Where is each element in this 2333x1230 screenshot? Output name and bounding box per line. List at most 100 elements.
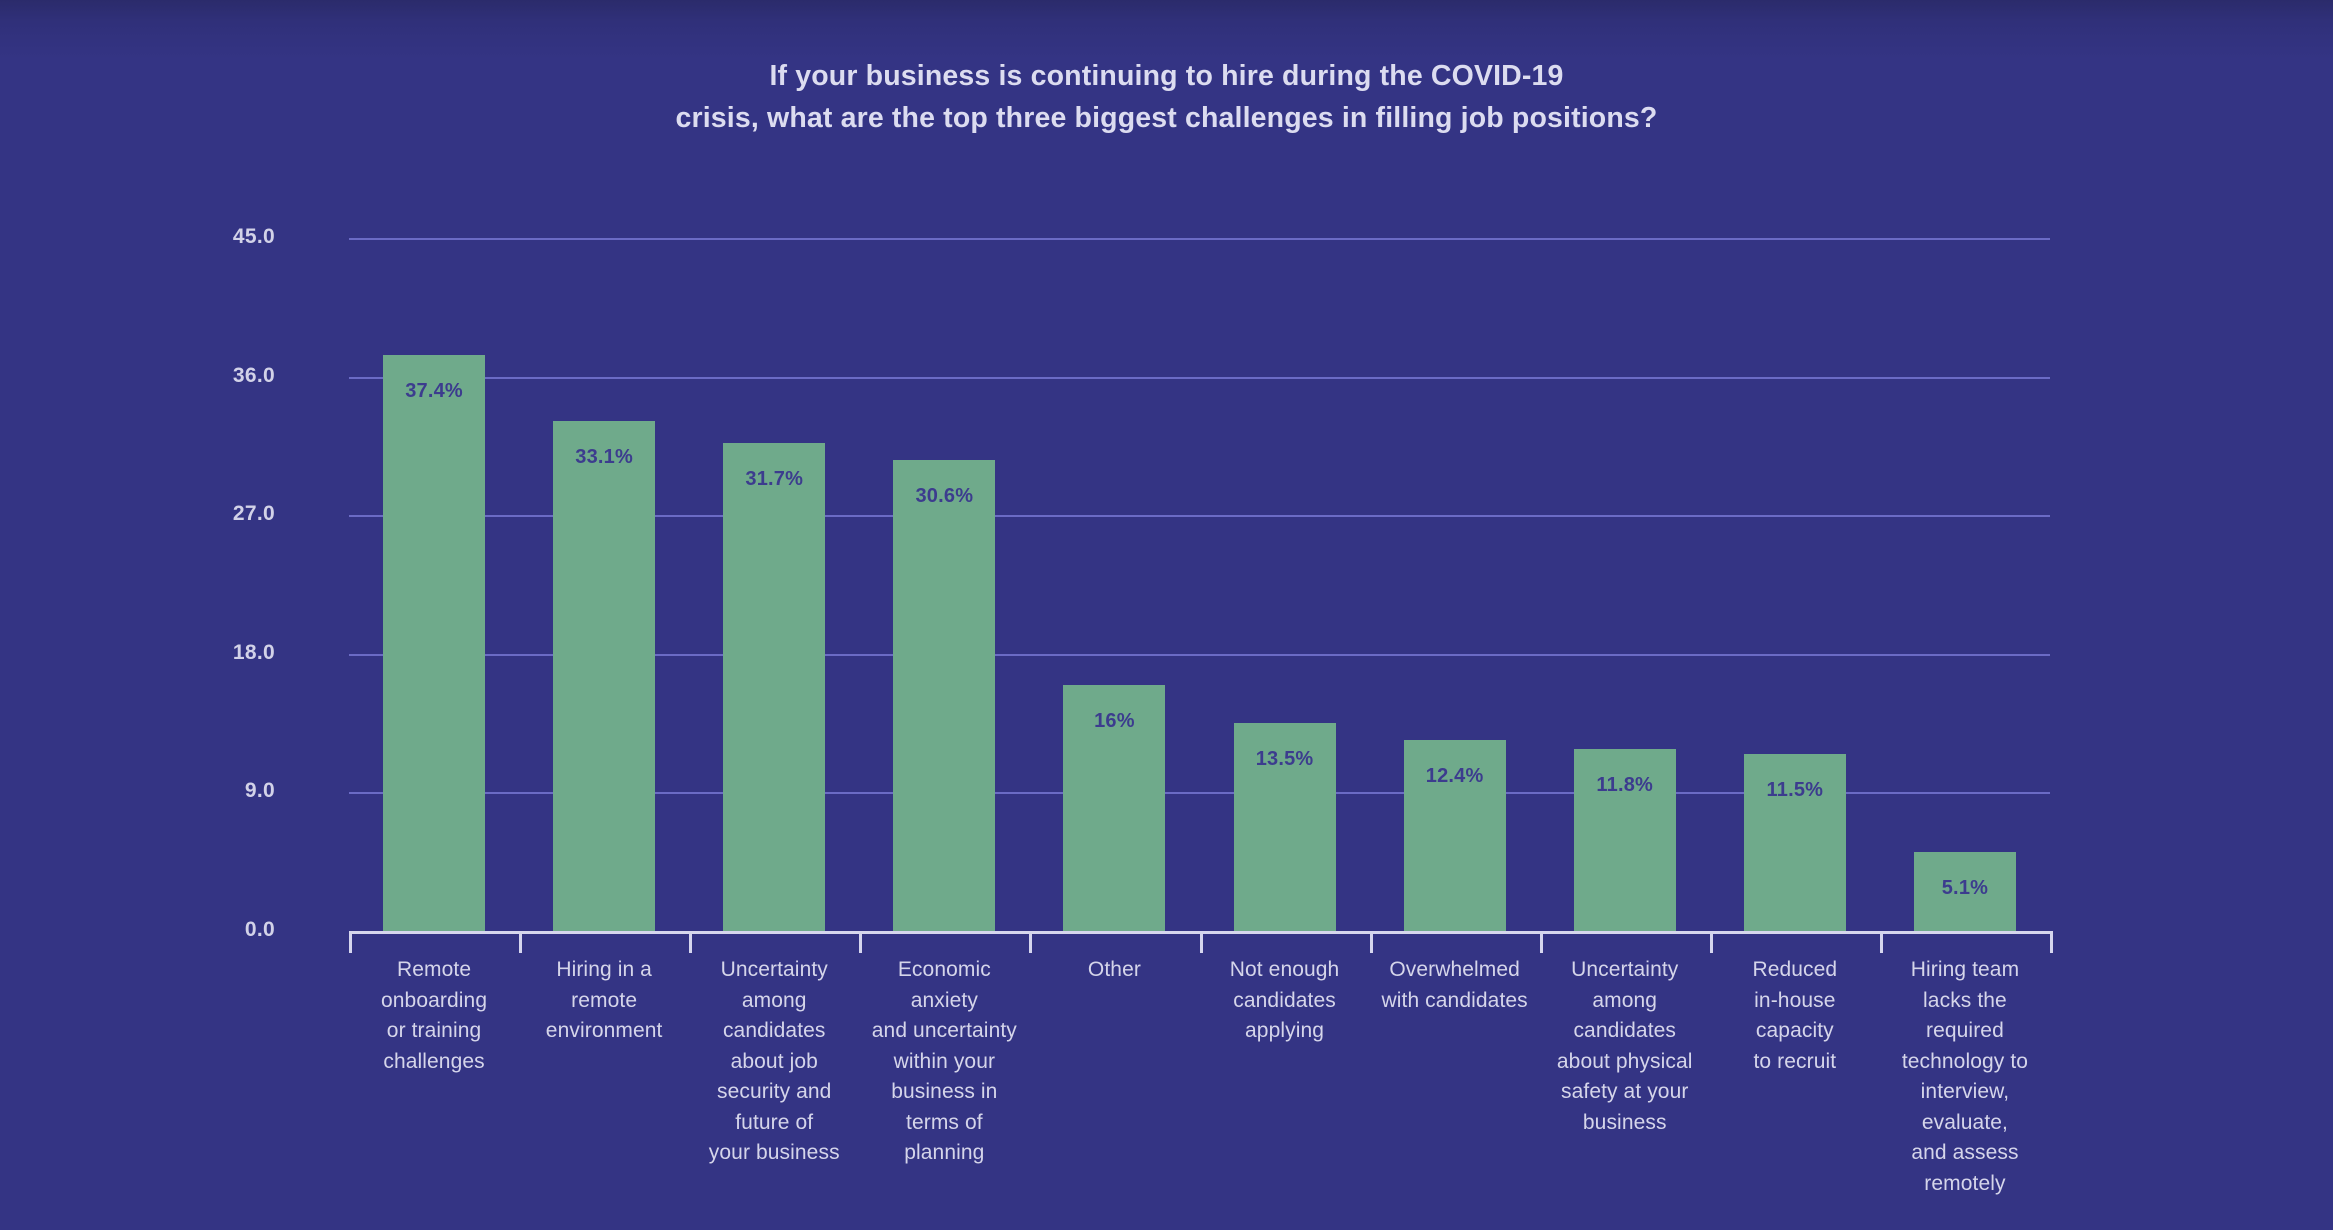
x-axis-tick xyxy=(689,931,693,953)
x-axis-label-line: among xyxy=(741,988,807,1012)
x-axis-label-line: your business xyxy=(708,1141,840,1164)
bar-value-label: 5.1% xyxy=(1941,877,1989,900)
x-axis-label-line: Overwhelmed xyxy=(1389,958,1520,981)
x-axis-category-label: Hiring team lacks the required technology t… xyxy=(1880,955,2050,1199)
x-axis-label-line: Not enough xyxy=(1229,958,1340,981)
x-axis-label-line: challenges xyxy=(383,1049,485,1073)
x-axis-label-line: planning xyxy=(904,1141,985,1164)
x-axis-label-line: required xyxy=(1926,1019,2004,1042)
bar-value-label: 12.4% xyxy=(1425,765,1484,788)
x-axis-label-line: Hiring team xyxy=(1910,958,2020,981)
x-axis-label-line: onboarding xyxy=(381,988,488,1012)
x-axis-label-line: candidates xyxy=(1233,988,1336,1012)
bar[interactable]: 5.1% xyxy=(1913,852,2016,931)
x-axis-label-line: remotely xyxy=(1924,1171,2006,1195)
x-axis-label-line: safety at your xyxy=(1561,1080,1689,1103)
bar[interactable]: 31.7% xyxy=(723,442,826,931)
x-axis-label-line: Hiring in a xyxy=(556,958,652,981)
x-axis-category-label: Not enough candidates applying xyxy=(1200,955,1370,1047)
bar-slot: 5.1% xyxy=(1880,238,2050,931)
bar-value-label: 37.4% xyxy=(405,380,463,403)
bar[interactable]: 13.5% xyxy=(1233,723,1336,931)
x-axis-label-line: within your xyxy=(893,1049,996,1073)
x-axis-label-line: about physical xyxy=(1556,1049,1693,1073)
x-axis-tick xyxy=(1709,931,1713,953)
bar-value-label: 30.6% xyxy=(915,484,974,507)
x-axis-label-line: anxiety xyxy=(910,988,978,1012)
x-axis-label-line: or training xyxy=(386,1019,482,1042)
x-axis-label-line: environment xyxy=(545,1019,663,1042)
chart-title-line-2: crisis, what are the top three biggest c… xyxy=(675,102,1658,134)
x-axis-label-line: business in xyxy=(891,1080,998,1103)
x-axis-category-label: Remote onboarding or training challenges xyxy=(349,955,519,1077)
y-axis-tick-label: 0.0 xyxy=(244,918,275,941)
bar-value-label: 13.5% xyxy=(1255,748,1314,771)
x-axis-tick xyxy=(859,931,863,953)
x-axis-tick xyxy=(1539,931,1543,953)
x-axis-label-line: Economic xyxy=(897,958,991,981)
bar[interactable]: 16% xyxy=(1063,684,1166,931)
x-axis-label-line: security and xyxy=(717,1080,832,1103)
bar-slot: 33.1% xyxy=(519,238,689,931)
bar-slot: 11.8% xyxy=(1540,238,1710,931)
x-axis-label-line: applying xyxy=(1245,1019,1325,1042)
x-axis-category-label: Reduced in-house capacity to recruit xyxy=(1710,955,1880,1077)
bar-value-label: 16% xyxy=(1094,709,1135,732)
x-axis-label-line: to recruit xyxy=(1753,1049,1837,1073)
bar[interactable]: 12.4% xyxy=(1403,740,1506,931)
x-axis-label-line: Other xyxy=(1087,958,1141,981)
bar-slot: 30.6% xyxy=(859,238,1029,931)
chart-title: If your business is continuing to hire d… xyxy=(0,55,2333,139)
chart-title-line-1: If your business is continuing to hire d… xyxy=(769,60,1564,92)
x-axis-label-line: and assess xyxy=(1911,1141,2019,1164)
bar[interactable]: 11.8% xyxy=(1573,749,1676,931)
bars-layer: 37.4% 33.1% 31.7% 30.6% 16% 13.5% 12.4% 11.8% 11… xyxy=(349,238,2050,931)
bar-slot: 16% xyxy=(1029,238,1199,931)
x-axis-label-line: with candidates xyxy=(1381,988,1528,1012)
bar-slot: 11.5% xyxy=(1710,238,1880,931)
x-axis-label-line: technology to xyxy=(1901,1049,2029,1073)
x-axis-label-line: terms of xyxy=(906,1110,983,1134)
y-axis-tick-label: 27.0 xyxy=(232,502,275,526)
bar-slot: 31.7% xyxy=(689,238,859,931)
x-axis-label-line: and uncertainty xyxy=(871,1019,1017,1042)
x-axis-label-line: candidates xyxy=(1573,1019,1677,1042)
bar-value-label: 33.1% xyxy=(575,446,633,469)
x-axis-labels: Remote onboarding or training challenges Hir… xyxy=(349,955,2050,1215)
x-axis-label-line: lacks the xyxy=(1923,988,2007,1012)
x-axis-label-line: interview, evaluate, xyxy=(1920,1080,2010,1134)
x-axis-label-line: about job xyxy=(730,1049,818,1073)
bar[interactable]: 37.4% xyxy=(383,355,486,931)
bar[interactable]: 30.6% xyxy=(893,459,996,931)
y-axis-tick-label: 18.0 xyxy=(232,640,275,664)
x-axis-category-label: Hiring in a remote environment xyxy=(519,955,689,1047)
bar-slot: 13.5% xyxy=(1200,238,1370,931)
x-axis-label-line: future of xyxy=(735,1110,814,1134)
x-axis-label-line: Remote xyxy=(396,958,472,981)
x-axis-label-line: candidates xyxy=(722,1019,826,1042)
x-axis-label-line: Uncertainty xyxy=(1571,958,1679,981)
y-axis-tick-label: 45.0 xyxy=(232,225,275,248)
x-axis-tick xyxy=(519,931,523,953)
x-axis-category-label: Uncertainty among candidates about physical… xyxy=(1540,955,1710,1138)
x-axis-category-label: Uncertainty among candidates about job secur… xyxy=(689,955,859,1169)
x-axis-tick xyxy=(349,931,352,953)
x-axis-label-line: Uncertainty xyxy=(720,958,828,981)
x-axis-tick xyxy=(1369,931,1373,953)
x-axis-tick xyxy=(1029,931,1033,953)
y-axis-tick-label: 9.0 xyxy=(244,779,275,803)
x-axis-category-label: Overwhelmed with candidates xyxy=(1370,955,1540,1016)
x-axis-label-line: business xyxy=(1582,1110,1667,1134)
bar[interactable]: 11.5% xyxy=(1743,753,1846,931)
x-axis-category-label: Other xyxy=(1029,955,1199,986)
bar[interactable]: 33.1% xyxy=(553,421,656,931)
chart-canvas: If your business is continuing to hire d… xyxy=(0,0,2333,1230)
x-axis-label-line: among xyxy=(1592,988,1658,1012)
bar-value-label: 31.7% xyxy=(745,467,804,490)
x-axis-tick xyxy=(1879,931,1883,953)
x-axis-label-line: in-house xyxy=(1754,988,1836,1012)
bar-slot: 12.4% xyxy=(1370,238,1540,931)
x-axis-category-label: Economic anxiety and uncertainty within you… xyxy=(859,955,1029,1169)
x-axis-label-line: Reduced xyxy=(1752,958,1838,981)
y-axis-tick-label: 36.0 xyxy=(232,363,275,387)
